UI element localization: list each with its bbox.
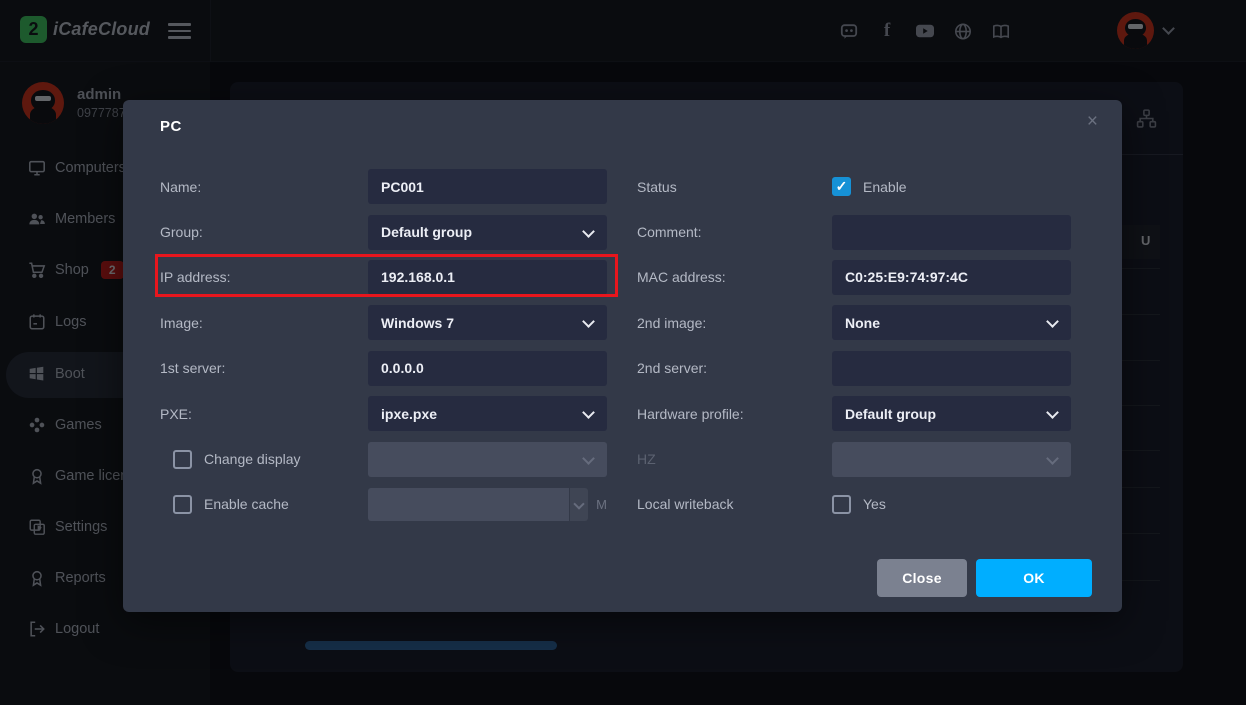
second-server-label: 2nd server: [637,360,832,376]
mac-address-input[interactable]: C0:25:E9:74:97:4C [832,260,1071,295]
second-server-input[interactable] [832,351,1071,386]
name-label: Name: [160,179,368,195]
local-writeback-checkbox[interactable] [832,495,851,514]
hardware-profile-select[interactable]: Default group [832,396,1071,431]
pxe-select[interactable]: ipxe.pxe [368,396,607,431]
change-display-checkbox[interactable] [173,450,192,469]
cache-size-input [368,488,569,521]
change-display-label: Change display [204,451,301,467]
status-enable-checkbox[interactable]: ✓ [832,177,851,196]
ip-address-highlight-box [155,254,618,297]
ok-button[interactable]: OK [976,559,1092,597]
hz-label: HZ [637,451,832,467]
first-server-label: 1st server: [160,360,368,376]
group-label: Group: [160,224,368,240]
second-image-select[interactable]: None [832,305,1071,340]
comment-label: Comment: [637,224,832,240]
pxe-label: PXE: [160,406,368,422]
status-enable-label: Enable [863,179,907,195]
comment-input[interactable] [832,215,1071,250]
cache-stepper [569,488,588,521]
icafecloud-app: 2 iCafeCloud f [0,0,1246,705]
close-icon[interactable]: × [1087,112,1098,131]
mac-address-label: MAC address: [637,269,832,285]
local-writeback-label: Local writeback [637,496,832,512]
modal-title: PC [160,118,182,135]
first-server-input[interactable]: 0.0.0.0 [368,351,607,386]
close-button[interactable]: Close [877,559,967,597]
second-image-label: 2nd image: [637,315,832,331]
image-label: Image: [160,315,368,331]
enable-cache-label: Enable cache [204,496,289,512]
status-label: Status [637,179,832,195]
change-display-select [368,442,607,477]
name-input[interactable]: PC001 [368,169,607,204]
pc-edit-modal: PC × Name: PC001 Group: Default group IP… [123,100,1122,612]
enable-cache-checkbox[interactable] [173,495,192,514]
hardware-profile-label: Hardware profile: [637,406,832,422]
group-select[interactable]: Default group [368,215,607,250]
image-select[interactable]: Windows 7 [368,305,607,340]
hz-select [832,442,1071,477]
local-writeback-yes-label: Yes [863,496,886,512]
cache-unit-label: M [596,497,607,512]
